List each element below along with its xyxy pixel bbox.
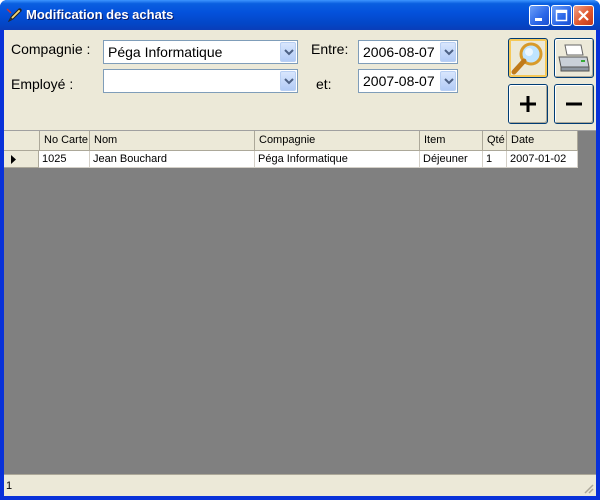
- chevron-down-icon: [284, 49, 294, 56]
- status-bar: 1: [4, 474, 596, 496]
- close-icon: [578, 10, 589, 21]
- purchases-grid[interactable]: No Carte Nom Compagnie Item Qté Date 102…: [4, 130, 596, 474]
- cell-qte[interactable]: 1: [483, 151, 507, 168]
- cell-nom[interactable]: Jean Bouchard: [90, 151, 255, 168]
- pen-icon: [6, 8, 22, 23]
- entre-label: Entre:: [311, 41, 349, 57]
- entre-dropdown-button[interactable]: [440, 42, 456, 62]
- compagnie-value: Péga Informatique: [108, 44, 223, 60]
- chevron-down-icon: [284, 78, 294, 85]
- compagnie-dropdown-button[interactable]: [280, 42, 296, 62]
- cell-item[interactable]: Déjeuner: [420, 151, 483, 168]
- maximize-button[interactable]: [551, 5, 572, 26]
- employe-dropdown-button[interactable]: [280, 71, 296, 91]
- compagnie-label: Compagnie :: [11, 41, 91, 57]
- grid-corner-header: [4, 131, 40, 151]
- main-window: Modification des achats Compagnie : Péga…: [0, 0, 600, 500]
- remove-button[interactable]: [554, 84, 594, 124]
- print-button[interactable]: [554, 38, 594, 78]
- resize-grip-icon[interactable]: [582, 482, 594, 494]
- minimize-icon: [535, 18, 542, 21]
- cell-date[interactable]: 2007-01-02: [507, 151, 578, 168]
- column-header-nom[interactable]: Nom: [90, 131, 255, 151]
- column-header-qte[interactable]: Qté: [483, 131, 507, 151]
- title-bar[interactable]: Modification des achats: [0, 0, 600, 30]
- minimize-button[interactable]: [529, 5, 550, 26]
- column-header-no-carte[interactable]: No Carte: [40, 131, 90, 151]
- column-header-compagnie[interactable]: Compagnie: [255, 131, 420, 151]
- chevron-down-icon: [444, 49, 454, 56]
- current-row-arrow-icon: [11, 155, 16, 164]
- employe-label: Employé :: [11, 76, 74, 92]
- column-header-date[interactable]: Date: [507, 131, 578, 151]
- et-date-picker[interactable]: 2007-08-07: [358, 69, 458, 93]
- et-date-value: 2007-08-07: [363, 73, 435, 89]
- entre-date-value: 2006-08-07: [363, 44, 435, 60]
- close-button[interactable]: [573, 5, 594, 26]
- minus-icon: [566, 102, 582, 106]
- add-button[interactable]: [508, 84, 548, 124]
- chevron-down-icon: [444, 78, 454, 85]
- client-area: Compagnie : Péga Informatique Employé : …: [4, 30, 596, 496]
- plus-icon: [520, 96, 536, 112]
- maximize-icon: [555, 9, 568, 22]
- search-button[interactable]: [508, 38, 548, 78]
- entre-date-picker[interactable]: 2006-08-07: [358, 40, 458, 64]
- status-text: 1: [6, 480, 13, 492]
- compagnie-combo[interactable]: Péga Informatique: [103, 40, 298, 64]
- employe-combo[interactable]: [103, 69, 298, 93]
- row-selector[interactable]: [4, 151, 39, 168]
- magnifier-icon: [511, 42, 543, 75]
- cell-no-carte[interactable]: 1025: [39, 151, 90, 168]
- et-label: et:: [316, 76, 332, 92]
- et-dropdown-button[interactable]: [440, 71, 456, 91]
- window-title: Modification des achats: [26, 7, 174, 22]
- cell-compagnie[interactable]: Péga Informatique: [255, 151, 420, 168]
- column-header-item[interactable]: Item: [420, 131, 483, 151]
- printer-icon: [558, 44, 590, 72]
